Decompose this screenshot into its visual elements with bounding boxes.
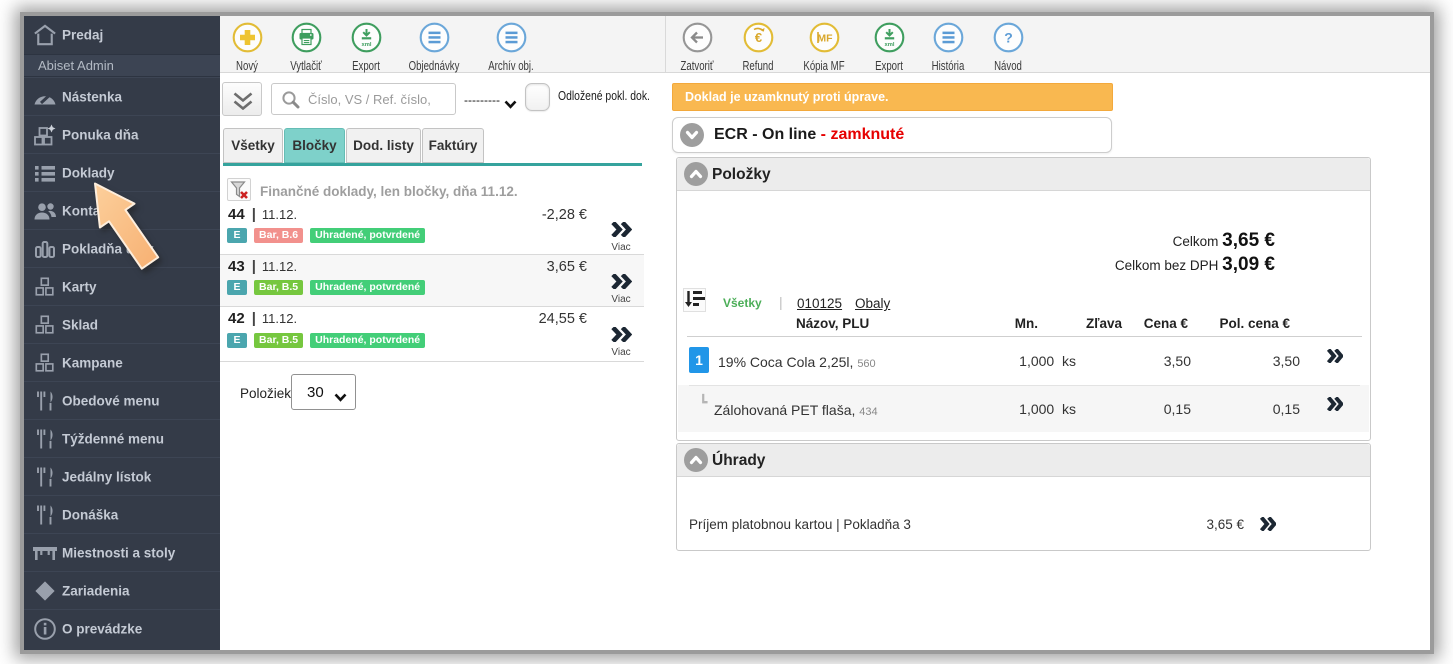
svg-text:MF: MF <box>817 33 833 45</box>
svg-text:xml: xml <box>361 42 371 48</box>
svg-text:xml: xml <box>884 42 894 48</box>
svg-text:€: € <box>754 30 761 45</box>
svg-text:?: ? <box>1004 30 1013 46</box>
